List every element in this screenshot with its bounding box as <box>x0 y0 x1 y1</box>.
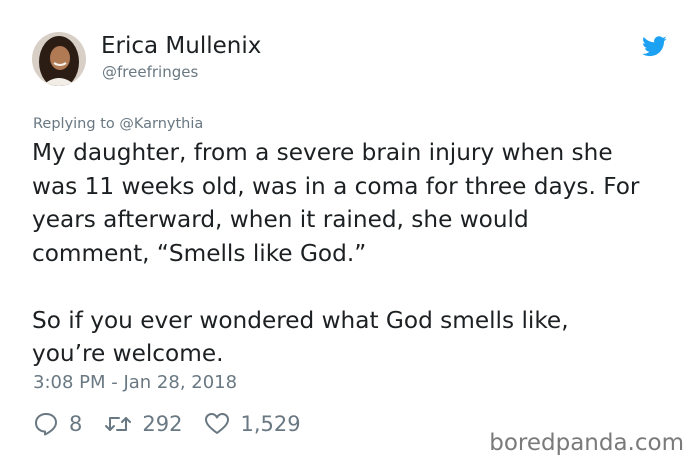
avatar[interactable] <box>32 32 86 86</box>
heart-icon <box>205 413 230 434</box>
twitter-bird-icon[interactable] <box>642 36 667 57</box>
reply-button[interactable]: 8 <box>33 412 82 436</box>
replying-to[interactable]: Replying to @Karnythia <box>33 116 203 132</box>
tweet-timestamp[interactable]: 3:08 PM - Jan 28, 2018 <box>33 372 237 393</box>
like-count: 1,529 <box>240 412 301 436</box>
author-handle[interactable]: @freefringes <box>102 63 198 81</box>
watermark: boredpanda.com <box>489 430 684 456</box>
tweet-card: Erica Mullenix @freefringes Replying to … <box>0 0 700 467</box>
tweet-actions: 8 292 1,529 <box>33 409 323 439</box>
author-display-name[interactable]: Erica Mullenix <box>101 33 261 59</box>
tweet-text-line: So if you ever wondered what God smells … <box>32 306 569 334</box>
tweet-text-line: years afterward, when it rained, she wou… <box>32 206 529 233</box>
tweet-text-line: you’re welcome. <box>32 340 224 367</box>
tweet-text-line: comment, “Smells like God.” <box>32 239 367 267</box>
tweet-text: My daughter, from a severe brain injury … <box>32 136 672 371</box>
tweet-text-line: My daughter, from a severe brain injury … <box>32 139 613 166</box>
retweet-count: 292 <box>142 412 183 436</box>
like-button[interactable]: 1,529 <box>204 412 301 436</box>
reply-count: 8 <box>69 412 83 436</box>
retweet-button[interactable]: 292 <box>104 412 182 436</box>
reply-icon <box>35 413 57 436</box>
tweet-text-line: was 11 weeks old, was in a coma for thre… <box>32 172 640 200</box>
retweet-icon <box>105 417 132 431</box>
